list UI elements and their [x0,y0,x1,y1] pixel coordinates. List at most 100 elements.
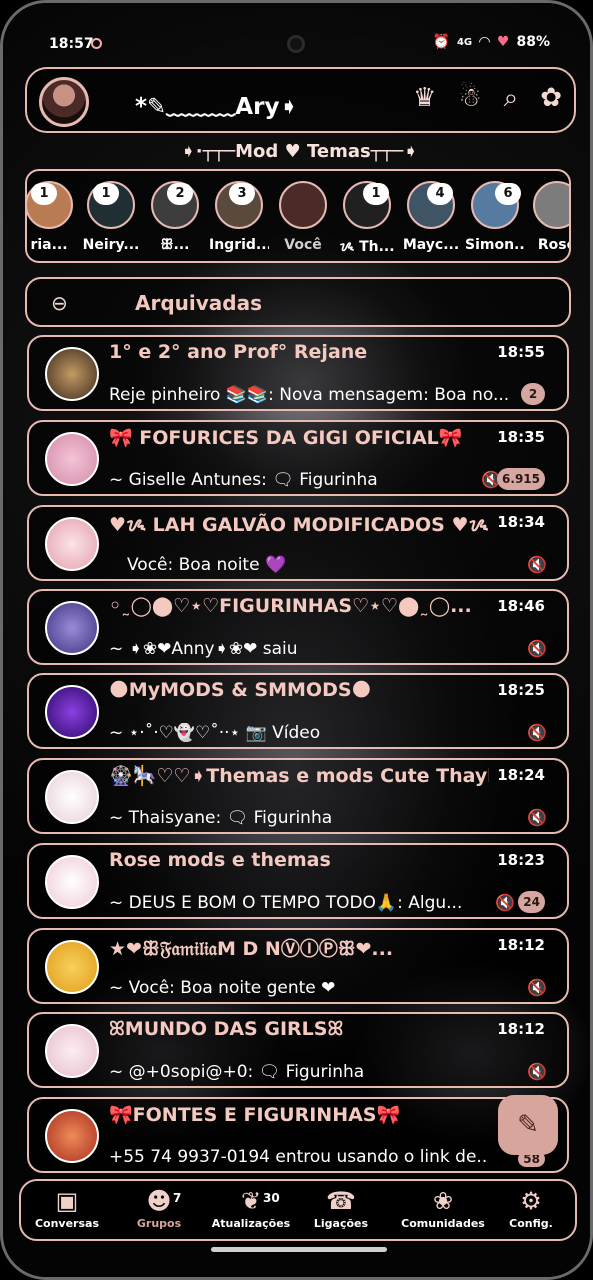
story-name: Ingrid... [209,237,269,253]
nav-count: 30 [263,1191,280,1205]
chat-time: 18:35 [497,428,545,446]
story-name: Simon... [465,237,525,253]
app-header: *✎﹏﹏﹏Ary➧ ♛ ☃ ⌕ ✿ [25,67,576,133]
chat-row[interactable]: 🌑MyMODS & SMMODS🌑 18:25 ~ ⋆·˚‧♡👻♡˚‧·⋆ 📷 … [27,673,569,749]
chat-time: 18:25 [497,681,545,699]
nav-comunidades[interactable]: ❀ Comunidades [399,1187,487,1230]
chat-avatar [45,432,99,486]
chat-avatar [45,940,99,994]
nav-label: Config. [509,1217,553,1230]
chat-avatar [45,855,99,909]
chat-last-message: Reje pinheiro 📚📚: Nova mensagem: Boa no.… [109,385,509,405]
search-icon[interactable]: ⌕ [504,83,519,114]
chat-name: 🎀FONTES E FIGURINHAS🎀 [109,1104,401,1126]
chat-last-message: ~ DEUS E BOM O TEMPO TODO🙏: Algu... [109,893,463,913]
story-item[interactable]: 3 Ingrid... [209,181,269,253]
story-count-badge: 1 [31,183,57,205]
story-count-badge: 2 [167,183,193,205]
story-item[interactable]: 1 Neiry... [81,181,141,253]
chat-name: ꕤMUNDO DAS GIRLSꕤ [109,1018,344,1040]
chat-row[interactable]: Rose mods e themas 18:23 ~ DEUS E BOM O … [27,843,569,919]
mute-icon: 🔇 [527,1062,547,1081]
story-item[interactable]: 6 Simon... [465,181,525,253]
chat-last-message: ~ Thaisyane: 🗨 Figurinha [109,808,333,828]
chats-icon: ▣ [55,1187,79,1215]
new-chat-fab-button[interactable]: ✎ [498,1095,558,1155]
mod-subtitle: ➧·┬┬─Mod ♥ Temas┬┬─➧ [180,141,419,162]
story-item-own[interactable]: Você [273,181,333,253]
chat-row[interactable]: 🎀FONTES E FIGURINHAS🎀 +55 74 9937-0194 e… [27,1097,569,1173]
chat-last-message: ~ ➧❀❤Anny➧❀❤ saiu [109,639,298,659]
chat-row[interactable]: 1° e 2° ano Prof° Rejane 18:55 Reje pinh… [27,335,569,411]
story-item[interactable]: 1 ria... [27,181,79,253]
calls-icon: ☎ [326,1187,356,1215]
story-avatar [533,181,569,229]
story-item[interactable]: 4 Mayc... [401,181,461,253]
chat-avatar [45,685,99,739]
chat-last-message: ~ Você: Boa noite gente ❤ [109,978,336,998]
profile-name[interactable]: *✎﹏﹏﹏Ary➧ [135,87,299,121]
wifi-icon: ◠ [479,34,490,50]
nav-label: Comunidades [401,1217,485,1230]
mute-icon: 🔇 [495,893,515,912]
story-item[interactable]: 1 ᝰ Th... [337,181,397,256]
story-name: ria... [30,237,68,253]
chat-last-message: +55 74 9937-0194 entrou usando o link de… [109,1147,489,1167]
chat-last-message: ~ @+0sopi@+0: 🗨 Figurinha [109,1062,365,1082]
bottom-navigation: ▣ Conversas ☻ 7 Grupos ❦ 30 Atualizações… [19,1179,577,1241]
chat-avatar [45,347,99,401]
header-actions: ♛ ☃ ⌕ ✿ [413,83,562,114]
unread-badge: 2 [521,383,545,405]
communities-icon: ❀ [432,1187,454,1215]
profile-avatar[interactable] [39,77,89,127]
nav-label: Ligações [313,1217,369,1230]
chat-time: 18:24 [497,766,545,784]
chat-row[interactable]: ◦˷◯⬤♡⋆♡FIGURINHAS♡⋆♡⬤˷◯... 18:46 ~ ➧❀❤An… [27,589,569,665]
nav-grupos[interactable]: ☻ 7 Grupos [115,1187,203,1230]
unread-badge: 6.915 [497,468,545,490]
nav-label: Conversas [34,1217,100,1230]
chat-last-message: ~ ⋆·˚‧♡👻♡˚‧·⋆ 📷 Vídeo [109,723,321,743]
nav-conversas[interactable]: ▣ Conversas [23,1187,111,1230]
new-chat-icon: ✎ [517,1110,539,1140]
chat-avatar [45,601,99,655]
crown-icon[interactable]: ♛ [413,83,436,114]
chat-name: 🎡🎠♡♡➧Themas e mods Cute Thayl... [109,765,489,787]
story-count-badge: 3 [229,183,255,205]
mute-icon: 🔇 [527,639,547,658]
chat-last-message: ~ Giselle Antunes: 🗨 Figurinha [109,470,378,490]
battery-level: 88% [516,34,550,50]
home-indicator[interactable] [211,1247,387,1252]
archived-chats-row[interactable]: ⊖ Arquivadas [25,277,571,327]
chat-row[interactable]: 🎀 FOFURICES DA GIGI OFICIAL🎀 18:35 ~ Gis… [27,420,569,496]
story-count-badge: 1 [93,183,119,205]
chat-name: ♥ᝰ LAH GALVÃO MODIFICADOS ♥ᝰ [109,514,489,536]
nav-config[interactable]: ⚙ Config. [487,1187,575,1230]
ghost-icon[interactable]: ☃ [458,83,481,114]
story-name: Neiry... [82,237,140,253]
story-item[interactable]: 2 ꕥ... [145,181,205,253]
chat-row[interactable]: ꕤMUNDO DAS GIRLSꕤ 18:12 ~ @+0sopi@+0: 🗨 … [27,1012,569,1088]
groups-icon: ☻ [146,1187,172,1215]
chat-name: 1° e 2° ano Prof° Rejane [109,341,368,363]
story-item[interactable]: Rose [527,181,569,253]
nav-ligacoes[interactable]: ☎ Ligações [297,1187,385,1230]
story-name: Mayc... [402,237,460,253]
chat-name: 🌑MyMODS & SMMODS🌑 [109,679,372,701]
chat-row[interactable]: 🎡🎠♡♡➧Themas e mods Cute Thayl... 18:24 ~… [27,758,569,834]
nav-atualizacoes[interactable]: ❦ 30 Atualizações [207,1187,295,1230]
chat-name: 🎀 FOFURICES DA GIGI OFICIAL🎀 [109,427,463,449]
story-name: Você [284,237,322,253]
phone-frame: 18:57 ⏰ 4G ◠ ♥ 88% *✎﹏﹏﹏Ary➧ ♛ ☃ ⌕ ✿ ➧·┬… [0,0,593,1280]
chat-name: ◦˷◯⬤♡⋆♡FIGURINHAS♡⋆♡⬤˷◯... [109,595,472,617]
chat-row[interactable]: ♥ᝰ LAH GALVÃO MODIFICADOS ♥ᝰ 18:34 Você:… [27,505,569,581]
mute-icon: 🔇 [527,723,547,742]
heart-icon: ♥ [496,34,510,50]
chat-time: 18:12 [497,936,545,954]
archive-icon: ⊖ [51,291,68,315]
camera-icon[interactable]: ✿ [540,83,562,114]
chat-row[interactable]: ★❤ꕥ𝔉𝔞𝔪𝔦𝔩𝔦𝔞M D NⓋⒾⓅꕥ❤... 18:12 ~ Você: Bo… [27,928,569,1004]
chat-time: 18:12 [497,1020,545,1038]
story-count-badge: 6 [495,183,521,205]
chat-time: 18:55 [497,343,545,361]
